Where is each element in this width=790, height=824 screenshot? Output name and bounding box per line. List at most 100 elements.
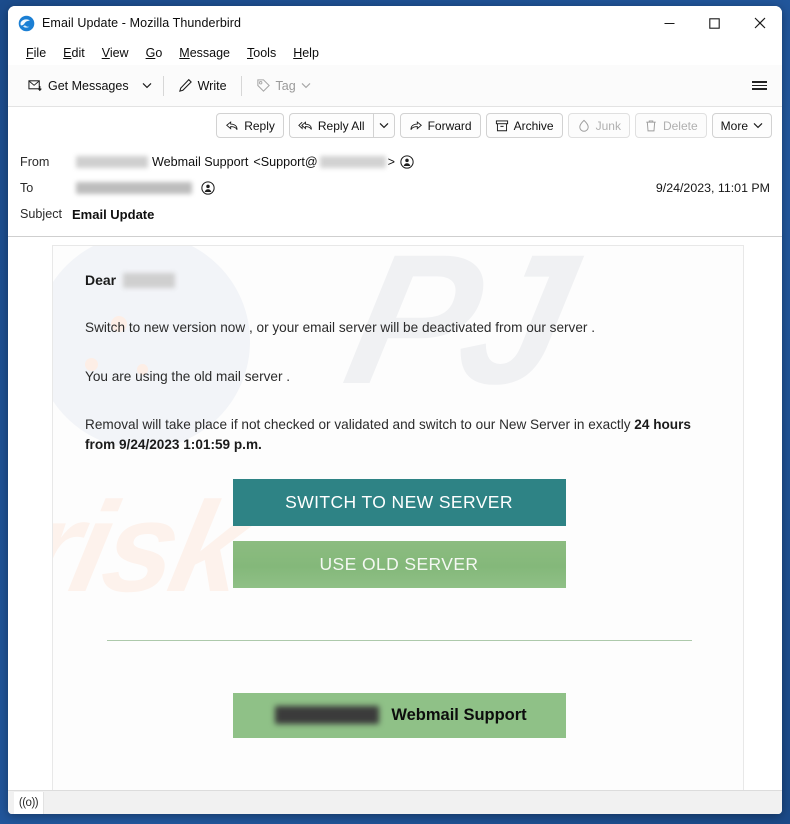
- broadcast-signal-icon[interactable]: ((o)): [14, 791, 44, 814]
- window-title: Email Update - Mozilla Thunderbird: [42, 16, 242, 30]
- greeting-line: Dear: [85, 272, 713, 288]
- toolbar-separator-1: [162, 75, 164, 96]
- write-label: Write: [197, 78, 227, 93]
- menu-item-view[interactable]: View: [94, 44, 138, 62]
- greeting-text: Dear: [85, 272, 117, 288]
- status-bar: ((o)): [8, 790, 782, 814]
- junk-label: Junk: [595, 118, 621, 133]
- from-address-prefix: <Support@: [253, 155, 318, 169]
- tag-label: Tag: [275, 78, 296, 93]
- delete-label: Delete: [662, 118, 698, 133]
- trash-icon: [646, 119, 656, 131]
- menu-bar: File Edit View Go Message Tools Help: [8, 40, 782, 65]
- subject-value-wrap: Email Update: [72, 207, 154, 222]
- switch-to-new-server-button[interactable]: SWITCH TO NEW SERVER: [232, 478, 566, 526]
- to-label: To: [20, 181, 34, 195]
- signature-redacted: [275, 706, 380, 725]
- get-messages-dropdown[interactable]: [137, 72, 157, 100]
- contact-circle-icon[interactable]: [201, 181, 215, 195]
- pencil-icon: [178, 78, 192, 92]
- from-value[interactable]: Webmail Support <Support@ >: [72, 155, 414, 169]
- title-bar: Email Update - Mozilla Thunderbird: [8, 6, 782, 40]
- forward-button[interactable]: Forward: [399, 113, 481, 138]
- email-content-card: PJ risk Dear Switch to new version now ,…: [52, 245, 744, 790]
- menu-label-help: elp: [302, 45, 319, 60]
- message-body-pane: PJ risk Dear Switch to new version now ,…: [8, 237, 782, 790]
- to-value[interactable]: [72, 181, 215, 195]
- forward-label: Forward: [427, 118, 472, 133]
- body-paragraph-3-lead: Removal will take place if not checked o…: [85, 417, 635, 433]
- get-messages-button[interactable]: Get Messages: [20, 72, 137, 100]
- tag-button[interactable]: Tag: [248, 72, 319, 100]
- archive-box-icon: [495, 119, 508, 131]
- message-headers: From Webmail Support <Support@ > To 9/24…: [8, 144, 782, 237]
- menu-item-edit[interactable]: Edit: [55, 44, 94, 62]
- tag-icon: [256, 79, 270, 92]
- forward-arrow-icon: [410, 120, 422, 130]
- body-paragraph-3: Removal will take place if not checked o…: [85, 415, 710, 454]
- menu-accel-go: G: [145, 45, 156, 60]
- menu-accel-help: H: [293, 45, 303, 60]
- app-menu-button[interactable]: [744, 72, 774, 100]
- menu-label-message: essage: [189, 45, 231, 60]
- toolbar-separator-2: [240, 75, 242, 96]
- get-messages-label: Get Messages: [48, 78, 129, 93]
- subject-value: Email Update: [72, 206, 155, 222]
- contact-circle-icon[interactable]: [400, 155, 414, 169]
- greeting-name-redacted: [123, 272, 176, 288]
- menu-item-go[interactable]: Go: [138, 44, 172, 62]
- menu-label-tools: ools: [253, 45, 277, 60]
- from-display-name: Webmail Support: [152, 155, 249, 169]
- reply-all-button[interactable]: Reply All: [288, 113, 373, 138]
- archive-label: Archive: [513, 118, 554, 133]
- header-row-to: To 9/24/2023, 11:01 PM: [20, 175, 770, 201]
- chevron-down-icon: [142, 82, 152, 89]
- cta-buttons: SWITCH TO NEW SERVER USE OLD SERVER: [85, 478, 713, 603]
- content-divider: [106, 639, 692, 641]
- body-paragraph-1: Switch to new version now , or your emai…: [85, 320, 595, 335]
- close-button[interactable]: [737, 6, 782, 40]
- window-controls: [647, 6, 782, 40]
- menu-accel-edit: E: [63, 45, 72, 60]
- main-toolbar: Get Messages Write Tag: [8, 65, 782, 107]
- use-old-server-button[interactable]: USE OLD SERVER: [232, 540, 566, 588]
- archive-button[interactable]: Archive: [485, 113, 563, 138]
- junk-button[interactable]: Junk: [567, 113, 630, 138]
- write-button[interactable]: Write: [170, 72, 235, 100]
- menu-item-message[interactable]: Message: [171, 44, 239, 62]
- reply-all-dropdown[interactable]: [372, 113, 395, 138]
- header-row-from: From Webmail Support <Support@ >: [20, 149, 770, 175]
- delete-button[interactable]: Delete: [634, 113, 707, 138]
- signature-text: Webmail Support: [391, 705, 527, 724]
- reply-all-group: Reply All: [288, 113, 395, 138]
- reply-all-label: Reply All: [317, 118, 365, 133]
- thunderbird-window: Email Update - Mozilla Thunderbird File …: [8, 6, 782, 814]
- desktop-background: Email Update - Mozilla Thunderbird File …: [0, 0, 790, 824]
- subject-label: Subject: [20, 207, 63, 221]
- signature-wrap: Webmail Support: [85, 692, 713, 738]
- signature-bar: Webmail Support: [232, 692, 566, 738]
- more-button[interactable]: More: [711, 113, 772, 138]
- chevron-down-icon: [301, 82, 311, 89]
- thunderbird-logo-icon: [18, 15, 35, 31]
- reply-label: Reply: [244, 118, 275, 133]
- menu-label-view: iew: [109, 45, 129, 60]
- hamburger-menu-icon: [751, 79, 767, 92]
- menu-item-help[interactable]: Help: [285, 44, 328, 62]
- reply-button[interactable]: Reply: [216, 113, 284, 138]
- minimize-button[interactable]: [647, 6, 692, 40]
- from-sender-redacted: [76, 156, 148, 168]
- maximize-button[interactable]: [692, 6, 737, 40]
- message-action-bar: Reply Reply All Forward Archive Junk Del…: [8, 107, 782, 144]
- menu-label-go: o: [155, 45, 163, 60]
- from-label: From: [20, 155, 50, 169]
- more-label: More: [720, 118, 748, 133]
- header-row-subject: Subject Email Update: [20, 201, 770, 227]
- menu-item-file[interactable]: File: [18, 44, 55, 62]
- body-paragraph-2: You are using the old mail server .: [85, 368, 291, 384]
- menu-accel-message: M: [179, 45, 190, 60]
- to-recipient-redacted: [76, 182, 192, 194]
- menu-item-tools[interactable]: Tools: [239, 44, 285, 62]
- reply-all-arrow-icon: [298, 120, 312, 130]
- menu-accel-file: F: [26, 45, 34, 60]
